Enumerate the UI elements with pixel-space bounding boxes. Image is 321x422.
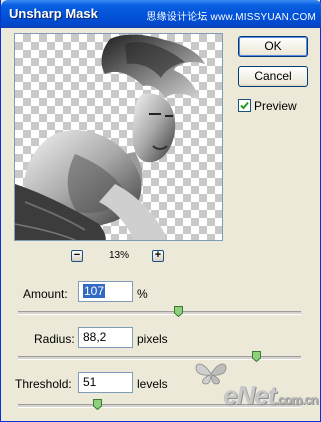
radius-unit: pixels xyxy=(137,332,168,346)
threshold-label: Threshold: xyxy=(15,377,72,391)
threshold-input[interactable]: 51 xyxy=(78,372,133,393)
amount-unit: % xyxy=(137,287,148,301)
ok-button[interactable]: OK xyxy=(238,36,308,57)
preview-checkbox[interactable] xyxy=(238,99,251,112)
amount-slider-thumb[interactable] xyxy=(174,306,183,317)
radius-input[interactable]: 88,2 xyxy=(78,327,133,348)
watermark-top: 思缘设计论坛 www.MISSYUAN.COM xyxy=(146,12,316,23)
threshold-unit: levels xyxy=(137,377,168,391)
radius-value: 88,2 xyxy=(83,330,107,344)
threshold-value: 51 xyxy=(83,375,97,389)
radius-label: Radius: xyxy=(34,332,75,346)
zoom-out-button[interactable]: − xyxy=(71,250,83,262)
enet-watermark-main: eNet xyxy=(223,380,276,410)
radius-slider-thumb[interactable] xyxy=(252,351,261,362)
preview-image[interactable] xyxy=(14,33,223,241)
enet-watermark: eNet.com.cn xyxy=(223,380,318,411)
threshold-slider-thumb[interactable] xyxy=(93,399,102,410)
woman-photo-preview xyxy=(15,34,205,240)
amount-label: Amount: xyxy=(23,287,68,301)
checkmark-icon xyxy=(240,101,249,110)
amount-value: 107 xyxy=(83,284,106,298)
cancel-button[interactable]: Cancel xyxy=(238,66,308,87)
enet-watermark-suffix: .com.cn xyxy=(275,392,318,407)
preview-label[interactable]: Preview xyxy=(254,99,297,113)
amount-input[interactable]: 107 xyxy=(78,281,133,302)
amount-slider-track[interactable] xyxy=(18,311,301,315)
title-bar[interactable]: Unsharp Mask 思缘设计论坛 www.MISSYUAN.COM xyxy=(1,0,321,28)
window-title: Unsharp Mask xyxy=(9,6,98,21)
unsharp-mask-dialog: Unsharp Mask 思缘设计论坛 www.MISSYUAN.COM − 1… xyxy=(0,0,321,422)
zoom-level: 13% xyxy=(109,250,130,261)
zoom-in-button[interactable]: + xyxy=(152,250,164,262)
